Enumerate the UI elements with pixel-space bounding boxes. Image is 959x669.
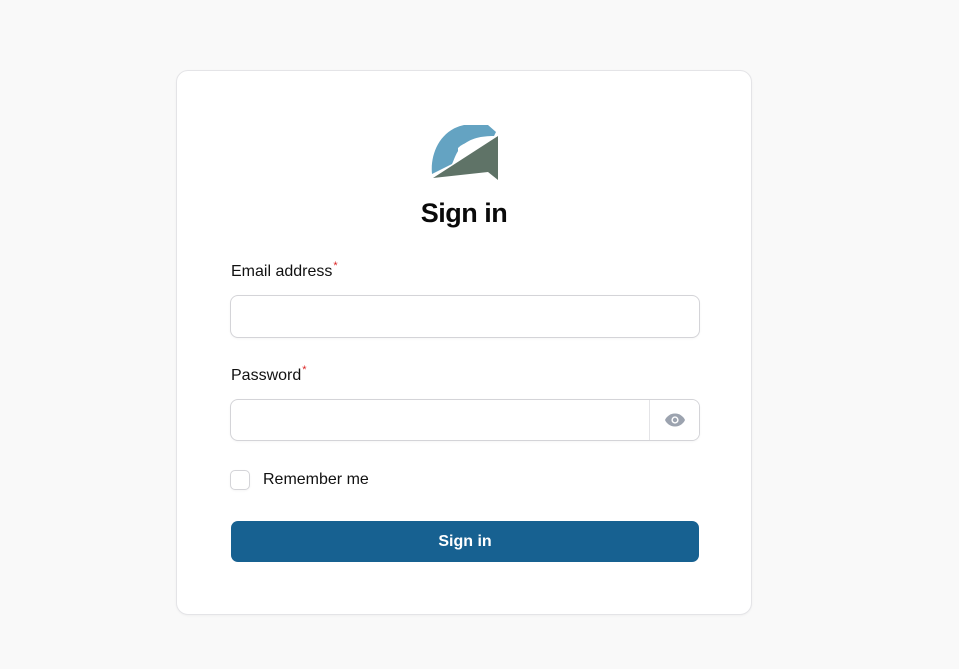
sign-in-card: Sign in Email address* Password* Remembe… [176, 70, 752, 615]
email-label: Email address* [231, 260, 338, 281]
password-field-wrapper [230, 399, 700, 441]
email-label-text: Email address [231, 263, 333, 280]
eye-icon [664, 413, 685, 427]
toggle-password-visibility-button[interactable] [649, 400, 699, 440]
email-field[interactable] [230, 295, 700, 338]
sign-in-button[interactable]: Sign in [231, 521, 699, 562]
password-label: Password* [231, 364, 307, 385]
remember-me-row: Remember me [230, 470, 369, 490]
remember-me-checkbox[interactable] [230, 470, 250, 490]
required-marker: * [302, 364, 307, 376]
page-title: Sign in [420, 198, 508, 228]
brand-logo-icon [431, 125, 498, 180]
password-label-text: Password [231, 367, 302, 384]
required-marker: * [333, 260, 338, 272]
password-field[interactable] [231, 400, 649, 440]
remember-me-label[interactable]: Remember me [263, 471, 369, 489]
